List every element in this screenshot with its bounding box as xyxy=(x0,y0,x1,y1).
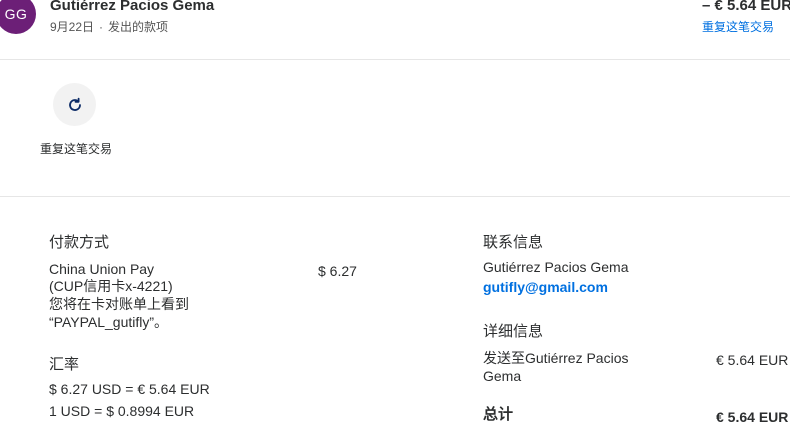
statement-descriptor: “PAYPAL_gutifly”。 xyxy=(49,314,169,330)
sent-to-line2: Gema xyxy=(483,368,522,384)
payment-method-card: (CUP信用卡x-4221) xyxy=(49,278,173,294)
payment-method-name: China Union Pay xyxy=(49,261,155,277)
transaction-details-page: GG Gutiérrez Pacios Gema 9月22日 · 发出的款项 – €… xyxy=(0,0,790,431)
transaction-date: 9月22日 xyxy=(50,20,95,34)
total-amount: € 5.64 EUR xyxy=(716,409,789,425)
sent-amount: € 5.64 EUR xyxy=(716,352,789,368)
repeat-transaction-link[interactable]: 重复这笔交易 xyxy=(702,18,774,35)
payment-method-title: 付款方式 xyxy=(49,234,110,251)
payment-amount: $ 6.27 xyxy=(318,263,357,279)
total-label: 总计 xyxy=(483,406,514,423)
transaction-amount: – € 5.64 EUR xyxy=(702,0,790,14)
details-title: 详细信息 xyxy=(483,323,544,340)
exchange-rate-title: 汇率 xyxy=(49,356,80,373)
contact-email[interactable]: gutifly@gmail.com xyxy=(483,279,608,295)
avatar: GG xyxy=(0,0,36,34)
repeat-transaction-label: 重复这笔交易 xyxy=(40,142,113,156)
contact-info-title: 联系信息 xyxy=(483,234,544,251)
transaction-type: 发出的款项 xyxy=(108,20,169,34)
exchange-rate-unit: 1 USD = $ 0.8994 EUR xyxy=(49,403,195,419)
section-divider xyxy=(0,196,790,197)
transaction-meta: 9月22日 · 发出的款项 xyxy=(50,18,168,35)
repeat-transaction-button[interactable] xyxy=(53,83,96,126)
avatar-initials: GG xyxy=(4,6,28,22)
refresh-icon xyxy=(68,97,81,111)
header-divider xyxy=(0,59,790,60)
sent-to-line1: 发送至Gutiérrez Pacios xyxy=(483,350,629,366)
merchant-name: Gutiérrez Pacios Gema xyxy=(50,0,215,14)
contact-name: Gutiérrez Pacios Gema xyxy=(483,259,629,275)
exchange-rate-conversion: $ 6.27 USD = € 5.64 EUR xyxy=(49,381,210,397)
meta-separator: · xyxy=(99,20,104,34)
statement-note: 您将在卡对账单上看到 xyxy=(49,296,189,312)
